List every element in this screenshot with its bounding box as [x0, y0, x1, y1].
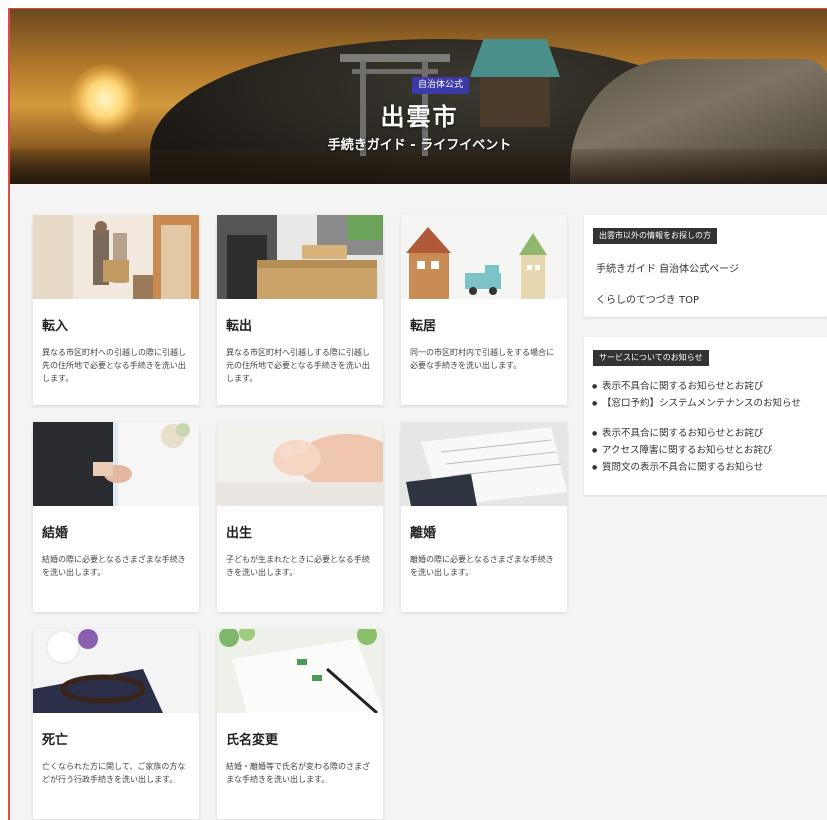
card-description: 離婚の際に必要となるさまざまな手続きを洗い出します。: [410, 555, 554, 577]
card-title: 出生: [226, 526, 253, 541]
packing-boxes-photo: [217, 215, 383, 299]
notice-item[interactable]: 【窓口予約】システムメンテナンスのお知らせ: [592, 397, 827, 410]
card-rikon[interactable]: 離婚 離婚の際に必要となるさまざまな手続きを洗い出します。: [401, 422, 567, 612]
card-shimei-henkou[interactable]: 氏名変更 結婚・離婚等で氏名が変わる際のさまざまな手続きを洗い出します。: [217, 629, 383, 819]
card-description: 結婚・離婚等で氏名が変わる際のさまざまな手続きを洗い出します。: [226, 762, 370, 784]
official-page-link[interactable]: 手続きガイド 自治体公式ページ: [596, 260, 739, 275]
moving-in-photo: [33, 215, 199, 299]
baby-hand-photo: [217, 422, 383, 506]
toy-houses-photo: [401, 215, 567, 299]
shrine-roof-illustration: [470, 39, 560, 77]
card-title: 離婚: [410, 526, 437, 541]
card-title: 結婚: [42, 526, 69, 541]
card-tenshutsu[interactable]: 転出 異なる市区町村へ引越しする際に引越し元の住所地で必要となる手続きを洗い出し…: [217, 215, 383, 405]
page-subtitle: 手続きガイド - ライフイベント: [327, 138, 512, 153]
documents-photo: [401, 422, 567, 506]
notice-item[interactable]: 表示不具合に関するお知らせとお詫び: [592, 380, 827, 393]
notice-item[interactable]: アクセス障害に関するお知らせとお詫び: [592, 444, 827, 457]
card-description: 結婚の際に必要となるさまざまな手続きを洗い出します。: [42, 555, 186, 577]
torii-icon: [340, 54, 450, 62]
card-description: 異なる市区町村へ引越しする際に引越し元の住所地で必要となる手続きを洗い出します。: [226, 348, 370, 383]
official-badge: 自治体公式: [412, 77, 470, 94]
page-frame: 自治体公式 出雲市 手続きガイド - ライフイベント 転入 異なる市区町村への引…: [8, 8, 827, 820]
card-description: 同一の市区町村内で引越しをする場合に必要な手続きを洗い出します。: [410, 348, 554, 370]
card-title: 転居: [410, 319, 437, 334]
service-notice-panel: サービスについてのお知らせ 表示不具合に関するお知らせとお詫び 【窓口予約】シス…: [584, 337, 827, 495]
card-title: 転出: [226, 319, 253, 334]
card-tenkyo[interactable]: 転居 同一の市区町村内で引越しをする場合に必要な手続きを洗い出します。: [401, 215, 567, 405]
card-title: 氏名変更: [226, 733, 279, 748]
other-info-label: 出雲市以外の情報をお探しの方: [593, 228, 717, 244]
card-description: 亡くなられた方に関して、ご家族の方などが行う行政手続きを洗い出します。: [42, 762, 186, 784]
card-title: 転入: [42, 319, 69, 334]
hero-banner: 自治体公式 出雲市 手続きガイド - ライフイベント: [10, 9, 827, 184]
service-notice-label: サービスについてのお知らせ: [593, 350, 709, 366]
wedding-couple-photo: [33, 422, 199, 506]
kurashi-top-link[interactable]: くらしのてつづき TOP: [596, 291, 699, 306]
card-title: 死亡: [42, 733, 69, 748]
card-tennyu[interactable]: 転入 異なる市区町村への引越しの際に引越し先の住所地で必要となる手続きを洗い出し…: [33, 215, 199, 405]
horizon-shade: [10, 149, 827, 184]
card-description: 子どもが生まれたときに必要となる手続きを洗い出します。: [226, 555, 370, 577]
card-shussei[interactable]: 出生 子どもが生まれたときに必要となる手続きを洗い出します。: [217, 422, 383, 612]
card-kekkon[interactable]: 結婚 結婚の際に必要となるさまざまな手続きを洗い出します。: [33, 422, 199, 612]
card-shibou[interactable]: 死亡 亡くなられた方に関して、ご家族の方などが行う行政手続きを洗い出します。: [33, 629, 199, 819]
notice-item[interactable]: 質問文の表示不具合に関するお知らせ: [592, 461, 827, 474]
page-title: 出雲市: [380, 103, 459, 131]
notice-item[interactable]: 表示不具合に関するお知らせとお詫び: [592, 427, 827, 440]
funeral-beads-photo: [33, 629, 199, 713]
card-description: 異なる市区町村への引越しの際に引越し先の住所地で必要となる手続きを洗い出します。: [42, 348, 186, 383]
forms-pen-photo: [217, 629, 383, 713]
other-info-panel: 出雲市以外の情報をお探しの方 手続きガイド 自治体公式ページ くらしのてつづき …: [584, 215, 827, 317]
